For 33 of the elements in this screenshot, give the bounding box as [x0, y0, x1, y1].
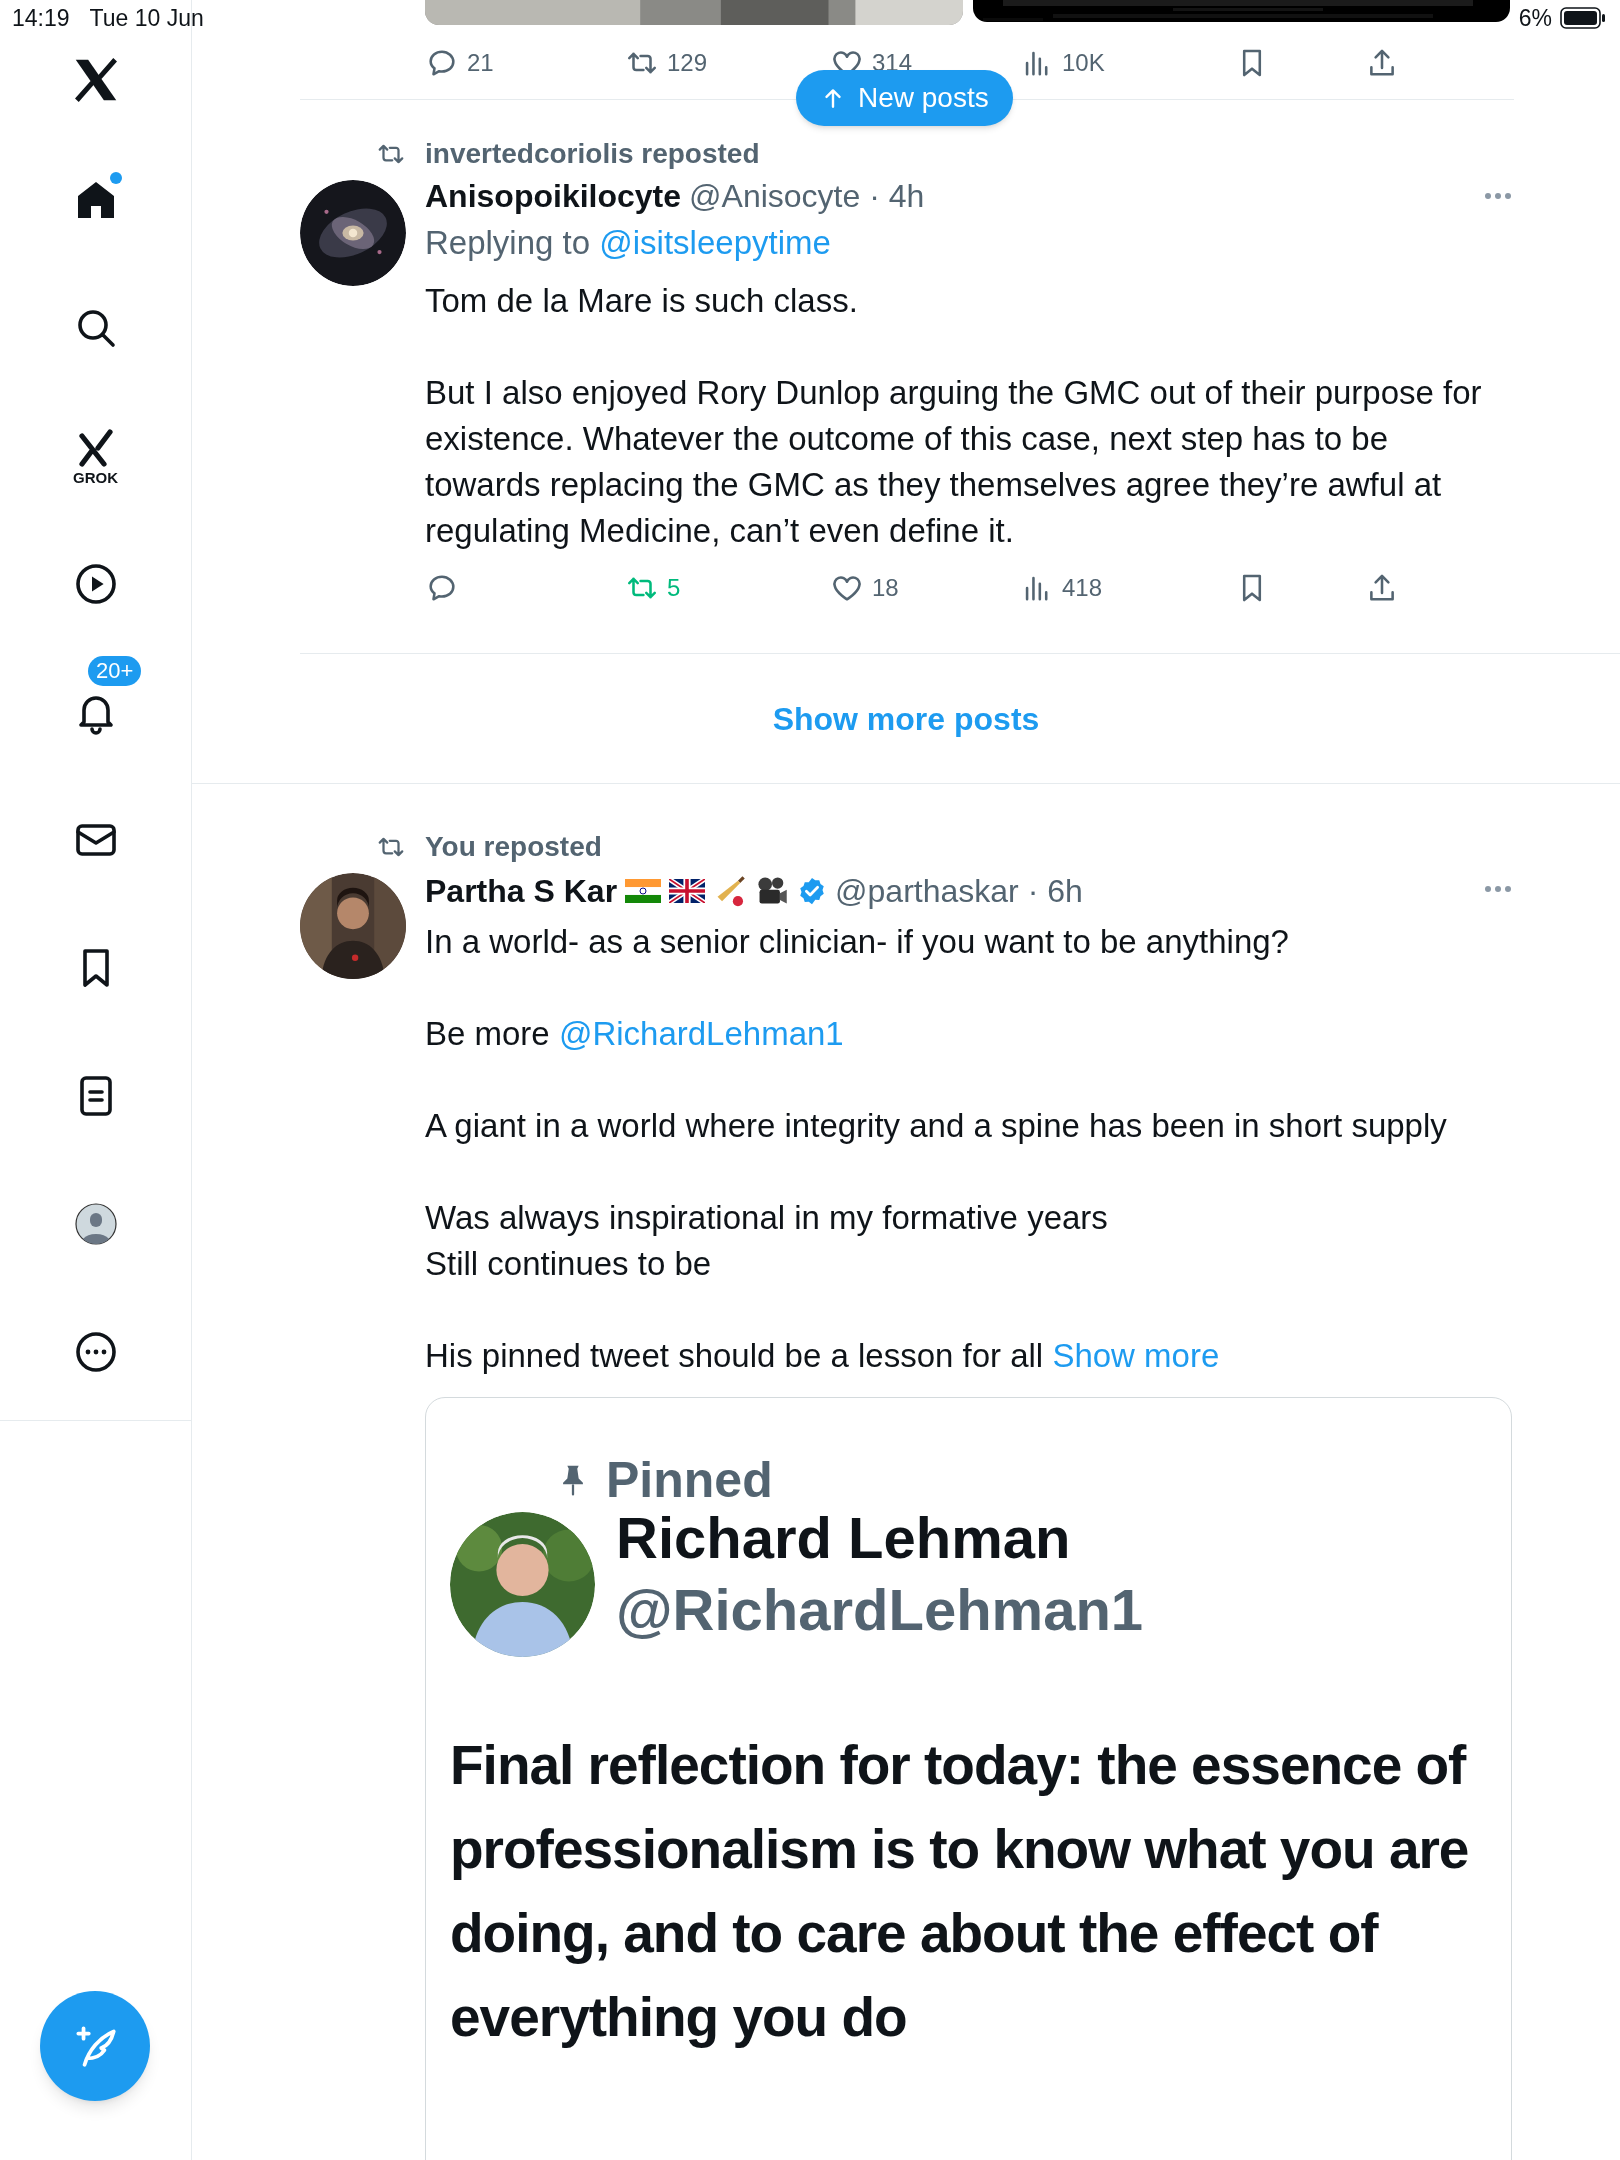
post-text: Was always inspirational in my formative years Still continues to be	[425, 1198, 1109, 1284]
more-options-icon	[1482, 884, 1514, 894]
post-text: But I also enjoyed Rory Dunlop arguing the GMC out of their purpose for existence. Whatever the outcome of this case, next step has to be towards replacing the GMC as they themselves agree they’re awful at regulating Medicine, can’t even define it.	[425, 373, 1483, 551]
author-name[interactable]: Anisopoikilocyte	[425, 172, 682, 220]
more-options-icon	[1482, 191, 1514, 201]
grok-nav-item[interactable]: GROK	[71, 426, 120, 486]
replying-to-line: Replying to @isitsleepytime	[425, 220, 831, 266]
handle-and-time: @parthaskar · 6h	[835, 872, 1083, 911]
repost-label: invertedcoriolis reposted	[425, 137, 760, 171]
status-time: 14:19	[12, 4, 70, 32]
pinned-post-screenshot[interactable]: Pinned Richard Lehman @RichardLehman1 Final reflection for today: the essence of professionalism is to know what you are doing, and to care about the effect of everything you do	[425, 1397, 1512, 2160]
status-date: Tue 10 Jun	[89, 4, 204, 32]
author-name[interactable]: Partha S Kar	[425, 867, 618, 915]
reply-button[interactable]: 21	[425, 41, 494, 85]
handle-and-time: @Anisocyte · 4h	[689, 177, 925, 216]
views-button[interactable]: 418	[1020, 566, 1103, 610]
post-text: Be more @RichardLehman1	[425, 1014, 845, 1054]
repost-button[interactable]: 129	[625, 41, 708, 85]
grok-label: GROK	[73, 470, 118, 486]
post-text: A giant in a world where integrity and a spine has been in short supply	[425, 1106, 1448, 1146]
post-text: Tom de la Mare is such class.	[425, 281, 859, 321]
flag-icon	[669, 879, 706, 903]
post-text: Final reflection for today: the essence of professionalism is to know what you are doing, and to care about the effect of everything you do	[450, 1733, 1470, 2050]
repost-label: You reposted	[425, 830, 602, 864]
battery-percent: 6%	[1518, 4, 1552, 32]
flag-icon	[625, 879, 662, 903]
notification-badge: 20+	[88, 656, 142, 686]
post-text: His pinned tweet should be a lesson for all Show more	[425, 1336, 1221, 1376]
author-handle: @RichardLehman1	[616, 1576, 1144, 1644]
post-text: In a world- as a senior clinician- if you want to be anything?	[425, 922, 1290, 962]
battery-icon	[1560, 7, 1606, 29]
views-button[interactable]: 10K	[1020, 41, 1105, 85]
like-button[interactable]: 18	[830, 566, 899, 610]
